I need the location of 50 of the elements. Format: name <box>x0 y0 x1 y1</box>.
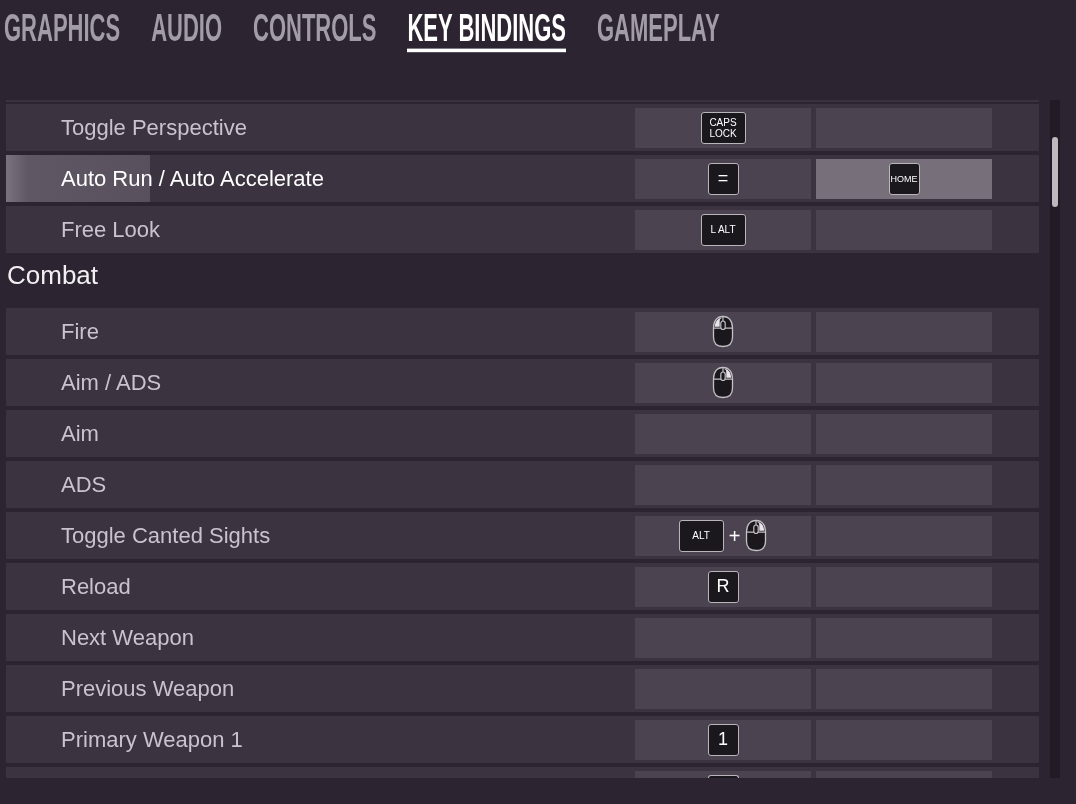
action-label: Next Weapon <box>61 624 194 650</box>
tab[interactable]: CONTROLS <box>253 9 377 53</box>
key-cap: HOME <box>888 162 920 195</box>
key-cap: = <box>707 162 739 195</box>
key-cap: ALT <box>678 519 724 552</box>
action-label: Primary Weapon 1 <box>61 726 243 752</box>
action-label: Free Look <box>61 216 161 242</box>
section-title: Combat <box>6 259 100 292</box>
binding-row[interactable]: Auto Run / Auto Accelerate = HOME <box>6 155 1039 202</box>
key-cap: 1 <box>707 723 739 756</box>
binding-slot[interactable]: L ALT <box>635 209 811 250</box>
binding-slot[interactable]: HOME <box>816 158 992 199</box>
binding-slot[interactable] <box>635 311 811 352</box>
plus-sign: + <box>728 525 741 546</box>
action-label: Aim <box>61 420 99 446</box>
mouse-icon <box>745 519 768 552</box>
action-label: Toggle Perspective <box>61 114 247 140</box>
action-label: Aim / ADS <box>61 369 162 395</box>
binding-row[interactable]: Free Look L ALT <box>6 206 1039 253</box>
tab[interactable]: AUDIO <box>151 9 222 53</box>
binding-slot[interactable]: R <box>635 566 811 607</box>
binding-slot[interactable]: 1 <box>635 719 811 760</box>
action-label: Fire <box>61 318 99 344</box>
mouse-icon <box>712 315 734 348</box>
binding-row[interactable]: Primary Weapon 1 1 <box>6 716 1039 763</box>
binding-row[interactable]: Aim / ADS <box>6 359 1039 406</box>
action-label: Toggle Canted Sights <box>61 522 271 548</box>
key-cap: CAPS LOCK <box>700 111 746 144</box>
action-label: ADS <box>61 471 107 497</box>
action-label: Reload <box>61 573 131 599</box>
scrollbar-thumb[interactable] <box>1052 137 1058 207</box>
action-label: Auto Run / Auto Accelerate <box>61 165 324 191</box>
binding-slot[interactable] <box>635 771 811 778</box>
binding-row[interactable]: Fire <box>6 308 1039 355</box>
binding-slot[interactable]: ALT + <box>635 515 811 556</box>
tab[interactable]: KEY BINDINGS <box>407 9 566 53</box>
tab[interactable]: GAMEPLAY <box>597 9 720 53</box>
tab[interactable]: GRAPHICS <box>4 9 121 53</box>
binding-row[interactable]: Toggle Canted Sights ALT + <box>6 512 1039 559</box>
binding-slot[interactable]: CAPS LOCK <box>635 107 811 148</box>
key-cap: L ALT <box>700 213 746 246</box>
binding-slot[interactable] <box>635 362 811 403</box>
binding-row[interactable]: Reload R <box>6 563 1039 610</box>
mouse-icon <box>712 366 734 399</box>
binding-slot[interactable]: = <box>635 158 811 199</box>
action-label: Previous Weapon <box>61 675 235 701</box>
key-cap: R <box>707 570 739 603</box>
scrollbar[interactable] <box>1050 100 1060 778</box>
binding-row[interactable]: Toggle Perspective CAPS LOCK <box>6 104 1039 151</box>
key-cap <box>707 775 739 778</box>
